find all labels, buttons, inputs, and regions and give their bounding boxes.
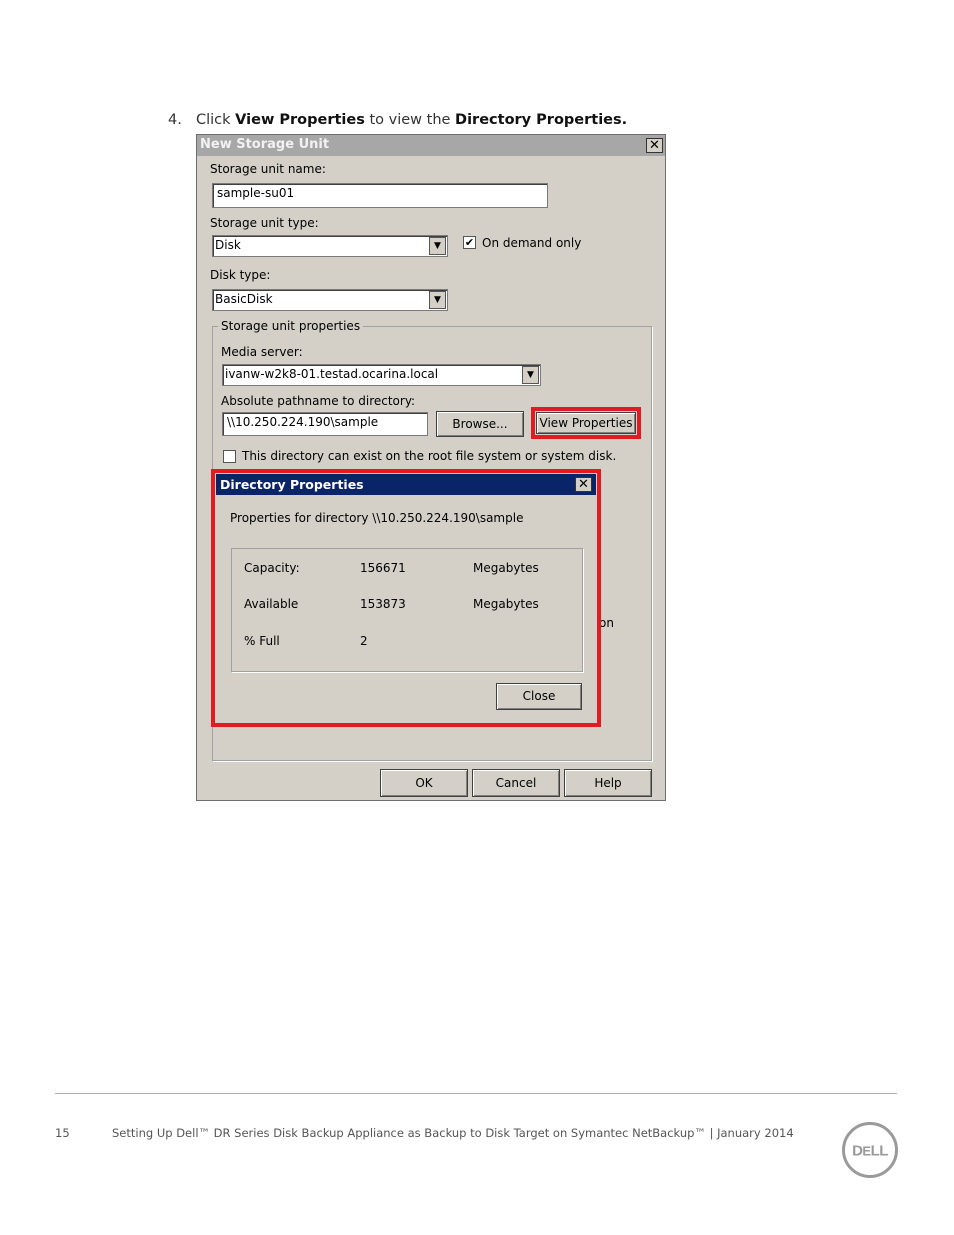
- ok-button[interactable]: OK: [380, 769, 468, 797]
- media-server-value: ivanw-w2k8-01.testad.ocarina.local: [225, 367, 439, 381]
- storage-unit-properties-label: Storage unit properties: [218, 319, 364, 333]
- footer-text: Setting Up Dell™ DR Series Disk Backup A…: [112, 1126, 794, 1140]
- storage-unit-type-label: Storage unit type:: [210, 216, 319, 230]
- disk-type-select[interactable]: BasicDisk ▼: [212, 289, 448, 311]
- svg-text:DELL: DELL: [852, 1143, 888, 1160]
- storage-unit-type-value: Disk: [215, 238, 241, 252]
- page-number: 15: [55, 1126, 70, 1140]
- directory-properties-highlight: [211, 469, 601, 727]
- view-properties-button[interactable]: View Properties: [536, 412, 636, 434]
- cancel-button[interactable]: Cancel: [472, 769, 560, 797]
- close-icon[interactable]: ✕: [646, 138, 663, 153]
- step-number: 4.: [168, 112, 182, 128]
- instruction-step: 4. Click View Properties to view the Dire…: [168, 112, 627, 128]
- on-demand-checkbox[interactable]: ✔: [463, 236, 476, 249]
- help-button[interactable]: Help: [564, 769, 652, 797]
- partial-obscured-text: on: [599, 616, 614, 630]
- step-bold-directory-properties: Directory Properties.: [455, 112, 628, 128]
- footer-divider: [55, 1093, 897, 1094]
- browse-button[interactable]: Browse...: [436, 411, 524, 437]
- step-text-mid: to view the: [369, 112, 451, 128]
- storage-unit-name-input[interactable]: sample-su01: [212, 183, 548, 208]
- dell-logo: DELL: [841, 1121, 899, 1179]
- path-input[interactable]: \\10.250.224.190\sample: [222, 412, 428, 436]
- chevron-down-icon[interactable]: ▼: [429, 291, 446, 309]
- dialog-title: New Storage Unit: [200, 137, 330, 152]
- chevron-down-icon[interactable]: ▼: [429, 237, 446, 255]
- media-server-label: Media server:: [221, 345, 303, 359]
- storage-unit-type-select[interactable]: Disk ▼: [212, 235, 448, 257]
- disk-type-label: Disk type:: [210, 268, 271, 282]
- step-text-pre: Click: [196, 112, 231, 128]
- path-label: Absolute pathname to directory:: [221, 394, 416, 408]
- step-bold-view-properties: View Properties: [235, 112, 365, 128]
- root-fs-label: This directory can exist on the root fil…: [242, 449, 617, 463]
- root-fs-checkbox[interactable]: [223, 450, 236, 463]
- dialog-titlebar: New Storage Unit ✕: [197, 135, 665, 156]
- disk-type-value: BasicDisk: [215, 292, 273, 306]
- storage-unit-name-label: Storage unit name:: [210, 162, 326, 176]
- on-demand-label: On demand only: [482, 236, 582, 250]
- media-server-select[interactable]: ivanw-w2k8-01.testad.ocarina.local ▼: [222, 364, 541, 386]
- chevron-down-icon[interactable]: ▼: [522, 366, 539, 384]
